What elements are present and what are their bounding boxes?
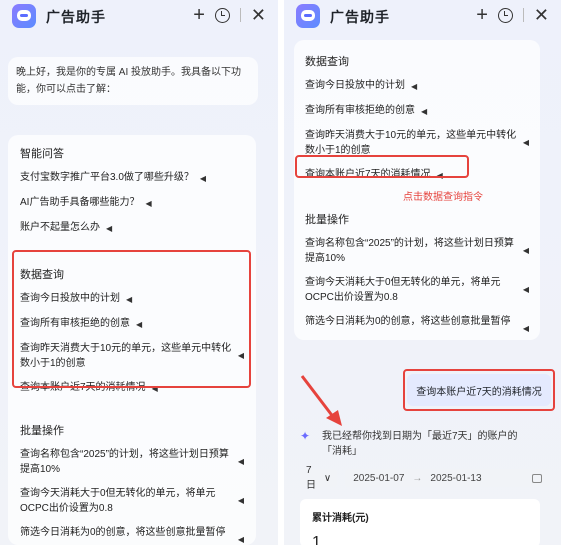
query-section-highlight <box>12 250 251 388</box>
metric-card: 累计消耗(元) 1 <box>300 499 540 545</box>
batch-item[interactable]: 查询名称包含“2025”的计划，将这些计划日预算提高10% ◀ <box>305 236 529 266</box>
send-icon: ◀ <box>237 496 244 505</box>
close-icon[interactable]: ✕ <box>534 6 549 24</box>
app-title: 广告助手 <box>46 9 106 25</box>
assistant-reply: ✦ 我已经帮你找到日期为「最近7天」的账户的「消耗」 7日 ∨ 2025-01-0… <box>300 425 551 545</box>
section-title-qa: 智能问答 <box>20 148 64 160</box>
end-date: 2025-01-13 <box>430 472 482 484</box>
qa-item[interactable]: 支付宝数字推广平台3.0做了哪些升级？ ◀ <box>20 170 244 186</box>
batch-item[interactable]: 查询名称包含“2025”的计划，将这些计划日预算提高10% ◀ <box>20 447 244 477</box>
batch-item[interactable]: 查询今天消耗大于0但无转化的单元，将单元OCPC出价设置为0.8 ◀ <box>305 275 529 305</box>
history-icon[interactable] <box>214 7 230 23</box>
assistant-logo-icon <box>296 4 320 28</box>
chevron-down-icon: ∨ <box>323 472 332 484</box>
plus-icon[interactable]: + <box>193 5 205 25</box>
greeting-card: 晚上好，我是你的专属 AI 投放助手。我具备以下功能，你可以点击了解： <box>8 57 258 105</box>
send-icon: ◀ <box>522 138 529 147</box>
section-title-batch: 批量操作 <box>20 425 64 437</box>
send-icon: ◀ <box>421 107 428 116</box>
period-select[interactable]: 7日 ∨ <box>300 465 338 491</box>
batch-item[interactable]: 查询今天消耗大于0但无转化的单元，将单元OCPC出价设置为0.8 ◀ <box>20 486 244 516</box>
query-item[interactable]: 查询今日投放中的计划 ◀ <box>305 78 529 94</box>
start-date: 2025-01-07 <box>353 472 405 484</box>
qa-item[interactable]: 账户不起量怎么办 ◀ <box>20 220 244 236</box>
selected-command-highlight <box>295 155 469 178</box>
section-title-query: 数据查询 <box>305 56 349 68</box>
close-icon[interactable]: ✕ <box>251 6 266 24</box>
app-title: 广告助手 <box>330 9 390 25</box>
calendar-icon <box>532 473 543 483</box>
section-title-batch: 批量操作 <box>305 214 349 226</box>
send-icon: ◀ <box>522 324 529 333</box>
reply-message: 我已经帮你找到日期为「最近7天」的账户的「消耗」 <box>322 431 518 457</box>
send-icon: ◀ <box>411 82 418 91</box>
header-divider <box>522 8 524 22</box>
metric-label: 累计消耗(元) <box>312 513 369 524</box>
annotation-arrow <box>300 375 342 426</box>
send-icon: ◀ <box>522 285 529 294</box>
annotation-label: 点击数据查询指令 <box>403 192 483 203</box>
metric-value: 1 <box>312 534 321 545</box>
send-icon: ◀ <box>237 535 244 544</box>
history-icon[interactable] <box>497 7 513 23</box>
send-icon: ◀ <box>522 246 529 255</box>
header-divider <box>239 8 241 22</box>
query-item[interactable]: 查询所有审核拒绝的创意 ◀ <box>305 103 529 119</box>
panel-header: 广告助手 + ✕ <box>284 0 561 32</box>
batch-item[interactable]: 筛选今日消耗为0的创意，将这些创意批量暂停 ◀ <box>20 525 244 545</box>
batch-item[interactable]: 筛选今日消耗为0的创意，将这些创意批量暂停 ◀ <box>305 314 529 336</box>
date-range-picker[interactable]: 2025-01-07 → 2025-01-13 <box>345 469 551 487</box>
user-message-highlight <box>403 369 555 411</box>
plus-icon[interactable]: + <box>476 5 488 25</box>
assistant-panel-left: 广告助手 + ✕ 晚上好，我是你的专属 AI 投放助手。我具备以下功能，你可以点… <box>0 0 278 545</box>
date-filter-bar: 7日 ∨ 2025-01-07 → 2025-01-13 <box>300 465 551 491</box>
send-icon: ◀ <box>199 174 207 183</box>
send-icon: ◀ <box>237 457 244 466</box>
query-item[interactable]: 查询昨天消费大于10元的单元，这些单元中转化数小于1的创意 ◀ <box>305 128 529 158</box>
range-arrow-icon: → <box>412 472 423 484</box>
qa-item[interactable]: AI广告助手具备哪些能力？ ◀ <box>20 195 244 211</box>
send-icon: ◀ <box>106 224 113 233</box>
sparkle-icon: ✦ <box>300 429 311 443</box>
panel-header: 广告助手 + ✕ <box>0 0 278 32</box>
assistant-logo-icon <box>12 4 36 28</box>
send-icon: ◀ <box>145 199 152 208</box>
